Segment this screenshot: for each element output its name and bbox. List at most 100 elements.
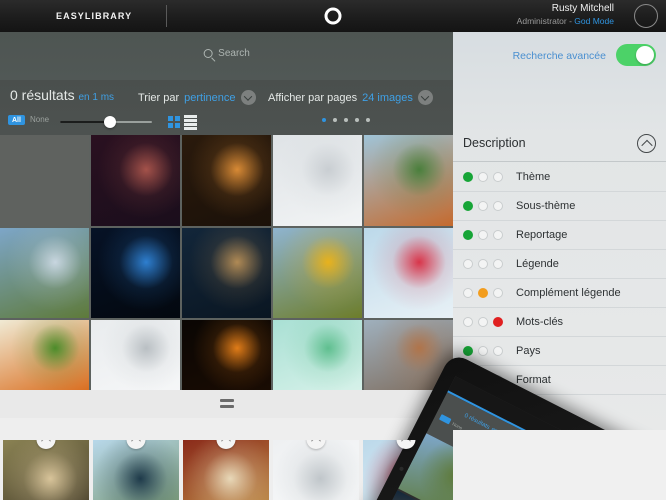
criteria-dot[interactable] bbox=[463, 288, 473, 298]
criteria-state-dots[interactable] bbox=[463, 259, 503, 269]
panel-resize-handle[interactable] bbox=[0, 390, 453, 418]
tablet-camera-dot bbox=[398, 466, 405, 472]
thumb-sunflower[interactable] bbox=[273, 228, 362, 318]
pagination-dot[interactable] bbox=[366, 118, 370, 122]
brand-divider bbox=[166, 5, 168, 27]
criteria-label: Complément légende bbox=[516, 287, 621, 299]
criteria-dot[interactable] bbox=[463, 230, 473, 240]
criteria-dot[interactable] bbox=[478, 230, 488, 240]
thumb-white-car[interactable] bbox=[91, 320, 180, 394]
criteria-state-dots[interactable] bbox=[463, 346, 503, 356]
criteria-row[interactable]: Reportage bbox=[453, 221, 666, 250]
chevron-down-icon[interactable] bbox=[417, 90, 433, 105]
criteria-dot[interactable] bbox=[478, 172, 488, 182]
search-placeholder: Search bbox=[218, 48, 250, 59]
criteria-dot[interactable] bbox=[493, 317, 503, 327]
sort-label: Trier par bbox=[138, 91, 180, 104]
panel-bottom-area bbox=[453, 430, 666, 500]
chevron-up-icon[interactable] bbox=[216, 440, 236, 449]
pagination-dot[interactable] bbox=[344, 118, 348, 122]
criteria-row[interactable]: Thème bbox=[453, 163, 666, 192]
thumb-fire-wings[interactable] bbox=[182, 320, 271, 394]
description-title: Description bbox=[463, 136, 526, 150]
criteria-dot[interactable] bbox=[478, 259, 488, 269]
criteria-dot[interactable] bbox=[478, 288, 488, 298]
criteria-dot[interactable] bbox=[478, 317, 488, 327]
criteria-row[interactable]: Légende bbox=[453, 250, 666, 279]
god-mode-link[interactable]: God Mode bbox=[574, 16, 614, 26]
criteria-label: Légende bbox=[516, 258, 559, 270]
criteria-state-dots[interactable] bbox=[463, 230, 503, 240]
results-time: en 1 ms bbox=[78, 92, 115, 103]
select-all-button[interactable]: All bbox=[8, 115, 25, 125]
thumb-butterfly-green[interactable] bbox=[273, 320, 362, 394]
advanced-search-toggle[interactable] bbox=[616, 44, 656, 66]
per-page-control[interactable]: Afficher par pages 24 images bbox=[268, 90, 433, 105]
thumb-tiger[interactable] bbox=[182, 135, 271, 226]
film-classical-painting[interactable] bbox=[183, 440, 269, 500]
thumbnail-size-slider[interactable] bbox=[60, 116, 152, 128]
grid-view-icon[interactable] bbox=[168, 116, 180, 129]
circle-ring-icon[interactable] bbox=[324, 7, 342, 25]
per-page-label: Afficher par pages bbox=[268, 91, 358, 104]
criteria-row[interactable]: Mots-clés bbox=[453, 308, 666, 337]
criteria-row[interactable]: Pays bbox=[453, 337, 666, 366]
criteria-state-dots[interactable] bbox=[463, 201, 503, 211]
slider-handle[interactable] bbox=[104, 116, 116, 128]
search-input[interactable]: Search bbox=[203, 48, 250, 59]
brand-logo[interactable]: EASYLIBRARY bbox=[56, 11, 132, 21]
criteria-dot[interactable] bbox=[493, 288, 503, 298]
criteria-dot[interactable] bbox=[463, 201, 473, 211]
criteria-dot[interactable] bbox=[463, 346, 473, 356]
criteria-dot[interactable] bbox=[463, 172, 473, 182]
thumb-tree-field[interactable] bbox=[0, 228, 89, 318]
description-section-header[interactable]: Description bbox=[453, 132, 666, 162]
criteria-state-dots[interactable] bbox=[463, 172, 503, 182]
thumb-fisherman-snow[interactable] bbox=[273, 135, 362, 226]
results-toolbar: 0 résultats en 1 ms Trier par pertinence… bbox=[0, 80, 453, 135]
thumb-balloon-house[interactable] bbox=[364, 228, 453, 318]
select-none-button[interactable]: None bbox=[30, 115, 49, 124]
criteria-dot[interactable] bbox=[463, 317, 473, 327]
criteria-dot[interactable] bbox=[493, 172, 503, 182]
criteria-dot[interactable] bbox=[493, 201, 503, 211]
thumb-water-swirl[interactable] bbox=[91, 228, 180, 318]
chevron-up-icon[interactable] bbox=[126, 440, 146, 449]
thumb-hot-air-balloon[interactable] bbox=[364, 135, 453, 226]
image-grid bbox=[0, 135, 453, 394]
criteria-label: Reportage bbox=[516, 229, 568, 241]
criteria-state-dots[interactable] bbox=[463, 288, 503, 298]
thumb-leaf-fruit[interactable] bbox=[0, 320, 89, 394]
slider-fill bbox=[60, 121, 110, 123]
criteria-row[interactable]: Sous-thème bbox=[453, 192, 666, 221]
criteria-dot[interactable] bbox=[493, 259, 503, 269]
thumb-city-river[interactable] bbox=[182, 228, 271, 318]
pagination-dot[interactable] bbox=[333, 118, 337, 122]
chevron-up-icon[interactable] bbox=[306, 440, 326, 449]
pagination-dot[interactable] bbox=[355, 118, 359, 122]
list-view-icon[interactable] bbox=[184, 115, 197, 130]
criteria-dot[interactable] bbox=[463, 259, 473, 269]
criteria-dot[interactable] bbox=[478, 346, 488, 356]
criteria-list: Thème Sous-thème Reportage Légende Complémen… bbox=[453, 163, 666, 395]
criteria-label: Sous-thème bbox=[516, 200, 576, 212]
criteria-row[interactable]: Complément légende bbox=[453, 279, 666, 308]
chevron-up-icon[interactable] bbox=[36, 440, 56, 449]
thumb-nebula[interactable] bbox=[91, 135, 180, 226]
criteria-dot[interactable] bbox=[493, 346, 503, 356]
tablet-select-all bbox=[438, 414, 452, 425]
criteria-state-dots[interactable] bbox=[463, 317, 503, 327]
avatar[interactable] bbox=[634, 4, 658, 28]
results-summary: 0 résultats en 1 ms bbox=[10, 87, 114, 103]
criteria-dot[interactable] bbox=[478, 201, 488, 211]
film-portrait-man[interactable] bbox=[3, 440, 89, 500]
empty-cell bbox=[0, 135, 89, 226]
pagination-dot[interactable] bbox=[322, 118, 326, 122]
chevron-down-icon[interactable] bbox=[240, 90, 256, 105]
criteria-dot[interactable] bbox=[493, 230, 503, 240]
chevron-up-circle-icon[interactable] bbox=[637, 134, 656, 153]
pagination-dots[interactable] bbox=[322, 118, 370, 122]
film-helicopters[interactable] bbox=[93, 440, 179, 500]
film-white-car[interactable] bbox=[273, 440, 359, 500]
sort-by-control[interactable]: Trier par pertinence bbox=[138, 90, 256, 105]
